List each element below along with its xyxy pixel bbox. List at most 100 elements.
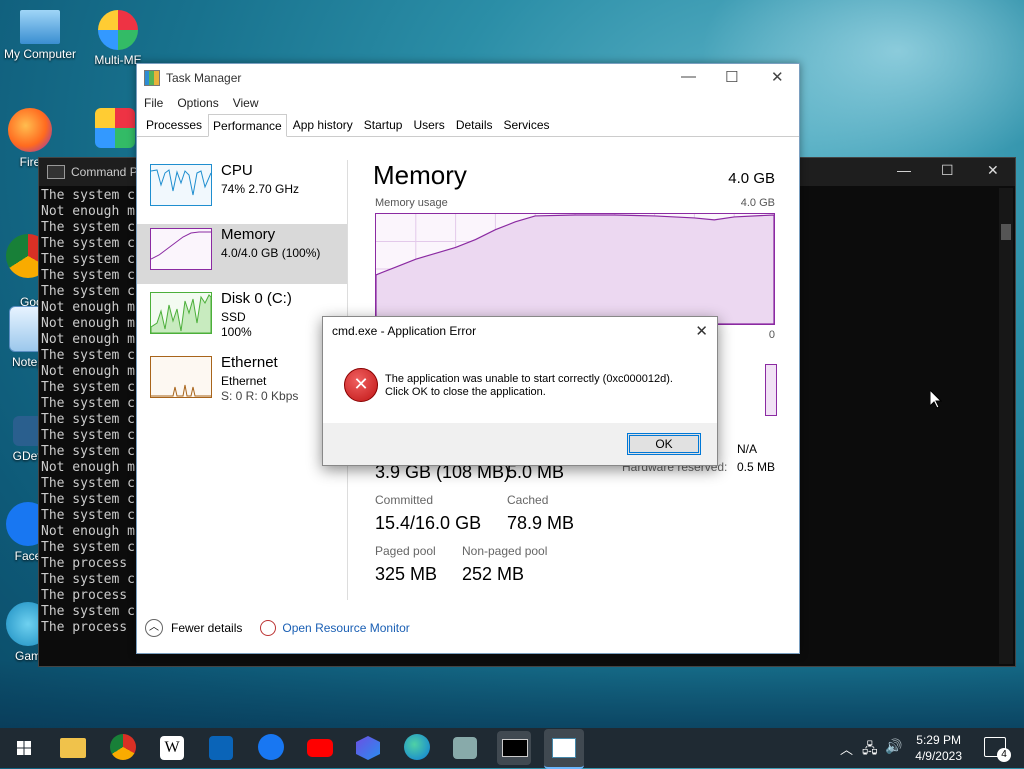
task-manager-titlebar[interactable]: Task Manager — ☐ ✕ xyxy=(137,64,799,92)
task-manager-title: Task Manager xyxy=(166,71,242,85)
cmd-output-line: Not enough m xyxy=(41,316,135,331)
maximize-icon[interactable]: ☐ xyxy=(941,162,954,179)
menu-view[interactable]: View xyxy=(233,96,259,110)
task-manager-taskbar-button[interactable] xyxy=(544,729,584,769)
sidebar-cpu-name: CPU xyxy=(221,162,253,179)
memory-usage-graph xyxy=(375,213,775,325)
committed-label: Committed xyxy=(375,493,434,507)
open-resource-monitor-link[interactable]: Open Resource Monitor xyxy=(282,621,409,635)
wikipedia-icon[interactable]: W xyxy=(160,736,184,760)
cmd-output-line: The system c xyxy=(41,540,135,555)
fewer-details-link[interactable]: Fewer details xyxy=(171,621,242,635)
desktop-icon-my-computer[interactable]: My Computer xyxy=(2,10,78,61)
maximize-icon[interactable]: ☐ xyxy=(725,68,738,86)
desktop-icon-shortcut[interactable] xyxy=(90,108,140,151)
application-error-dialog[interactable]: cmd.exe - Application Error ✕ ✕ The appl… xyxy=(322,316,718,466)
sidebar-item-disk[interactable]: Disk 0 (C:) SSD 100% xyxy=(137,288,347,348)
cached-label: Cached xyxy=(507,493,549,507)
tab-app-history[interactable]: App history xyxy=(288,114,358,136)
cmd-output: The system c Not enough m The system c The … xyxy=(41,188,135,636)
close-icon[interactable]: ✕ xyxy=(771,68,784,86)
menu-bar: File Options View xyxy=(137,92,799,114)
paged-pool-value: 325 MB xyxy=(375,564,438,584)
minimize-icon[interactable]: — xyxy=(897,162,911,178)
clock-time: 5:29 PM xyxy=(916,733,961,747)
sidebar-item-memory[interactable]: Memory 4.0/4.0 GB (100%) xyxy=(137,224,347,284)
resource-monitor-icon xyxy=(260,620,277,636)
tab-users[interactable]: Users xyxy=(408,114,449,136)
cmd-icon xyxy=(502,739,528,757)
sidebar-ethernet-name: Ethernet xyxy=(221,354,278,371)
edge-icon[interactable] xyxy=(404,734,430,760)
chevron-up-icon[interactable]: ︿ xyxy=(145,619,163,637)
cmd-output-line: Not enough m xyxy=(41,332,135,347)
ok-button[interactable]: OK xyxy=(627,433,701,455)
memory-total: 4.0 GB xyxy=(728,170,775,187)
cmd-output-line: The system c xyxy=(41,508,135,523)
cmd-output-line: The system c xyxy=(41,492,135,507)
cmd-output-line: Not enough m xyxy=(41,204,135,219)
tab-services[interactable]: Services xyxy=(499,114,555,136)
network-icon[interactable]: 🖧 xyxy=(862,738,878,762)
cmd-title: Command P xyxy=(71,165,138,179)
sidebar-ethernet-rate: S: 0 R: 0 Kbps xyxy=(221,389,299,403)
chevron-up-icon[interactable]: ︿ xyxy=(840,739,853,758)
dialog-titlebar[interactable]: cmd.exe - Application Error ✕ xyxy=(323,317,717,345)
notification-count-badge: 4 xyxy=(997,748,1011,762)
close-icon[interactable]: ✕ xyxy=(695,322,708,340)
sidebar-item-cpu[interactable]: CPU 74% 2.70 GHz xyxy=(137,160,347,220)
cmd-output-line: The process xyxy=(41,620,128,635)
desktop-icon-label: Multi-ME xyxy=(94,53,142,67)
menu-options[interactable]: Options xyxy=(177,96,218,110)
cmd-output-line: The process xyxy=(41,588,128,603)
sidebar-disk-usage: 100% xyxy=(221,325,252,339)
taskbar: W ︿ 🖧 🔊 5:29 PM 4/9/2023 4 xyxy=(0,728,1024,769)
notification-center-icon[interactable]: 4 xyxy=(984,737,1011,762)
youtube-icon[interactable] xyxy=(307,739,333,757)
volume-icon[interactable]: 🔊 xyxy=(885,738,902,755)
hardware-reserved-value: 0.5 MB xyxy=(737,460,776,474)
cmd-output-line: The process xyxy=(41,556,128,571)
close-icon[interactable]: ✕ xyxy=(987,162,999,179)
taskbar-clock[interactable]: 5:29 PM 4/9/2023 xyxy=(915,732,962,764)
tab-processes[interactable]: Processes xyxy=(141,114,207,136)
cmd-output-line: The system c xyxy=(41,348,135,363)
chrome-icon[interactable] xyxy=(110,734,136,760)
cmd-output-line: The system c xyxy=(41,428,135,443)
ethernet-thumbnail-graph xyxy=(150,356,212,398)
cmd-output-line: The system c xyxy=(41,476,135,491)
copilot-icon[interactable] xyxy=(356,736,380,760)
minimize-icon[interactable]: — xyxy=(681,68,696,85)
cmd-output-line: The system c xyxy=(41,604,135,619)
cmd-output-line: The system c xyxy=(41,188,135,203)
cmd-output-line: The system c xyxy=(41,444,135,459)
cmd-scroll-thumb[interactable] xyxy=(1001,224,1011,240)
file-explorer-icon[interactable] xyxy=(60,738,86,758)
cmd-output-line: The system c xyxy=(41,396,135,411)
cmd-output-line: The system c xyxy=(41,252,135,267)
non-paged-pool-value: 252 MB xyxy=(462,564,525,584)
network-tool-icon[interactable] xyxy=(453,737,477,759)
tab-performance[interactable]: Performance xyxy=(208,114,287,137)
facebook-icon[interactable] xyxy=(258,734,284,760)
sidebar-item-ethernet[interactable]: Ethernet Ethernet S: 0 R: 0 Kbps xyxy=(137,352,347,412)
cmd-output-line: The system c xyxy=(41,412,135,427)
desktop-icon-multi-me[interactable]: Multi-ME xyxy=(80,10,156,67)
cmd-output-line: The system c xyxy=(41,380,135,395)
sidebar-memory-name: Memory xyxy=(221,226,276,243)
menu-file[interactable]: File xyxy=(144,96,163,110)
start-windows-icon[interactable] xyxy=(10,734,38,762)
disk-thumbnail-graph xyxy=(150,292,212,334)
outlook-icon[interactable] xyxy=(209,736,233,760)
command-prompt-taskbar-button[interactable] xyxy=(497,731,531,765)
sidebar-ethernet-adapter: Ethernet xyxy=(221,374,267,388)
cmd-scrollbar[interactable] xyxy=(999,188,1013,664)
tab-startup[interactable]: Startup xyxy=(359,114,408,136)
memory-usage-label: Memory usage xyxy=(375,197,448,209)
tab-details[interactable]: Details xyxy=(451,114,498,136)
clock-date: 4/9/2023 xyxy=(915,749,962,763)
sidebar-cpu-detail: 74% 2.70 GHz xyxy=(221,182,300,196)
memory-na-value: N/A xyxy=(737,442,758,456)
dialog-title: cmd.exe - Application Error xyxy=(332,324,477,338)
sidebar-disk-type: SSD xyxy=(221,310,246,324)
